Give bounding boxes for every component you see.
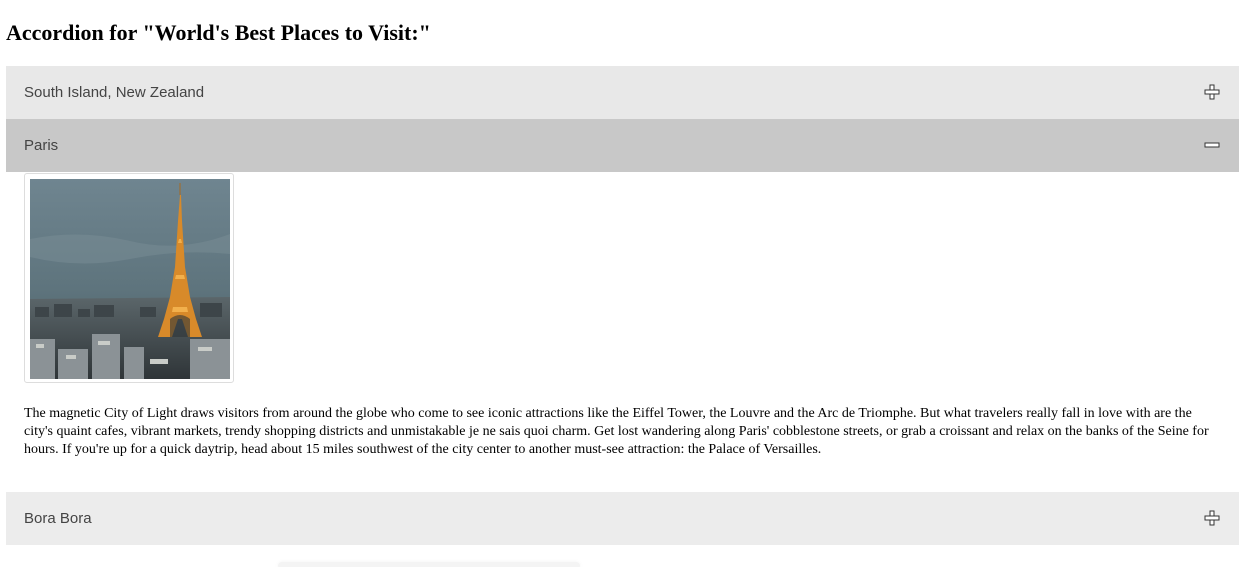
scroll-shadow [278, 562, 580, 567]
paris-description: The magnetic City of Light draws visitor… [24, 406, 1209, 457]
plus-icon[interactable] [1204, 84, 1220, 100]
accordion-header-south-island[interactable]: South Island, New Zealand [6, 66, 1239, 119]
paris-photo [24, 173, 234, 383]
minus-icon[interactable] [1204, 137, 1220, 153]
accordion-header-label: South Island, New Zealand [24, 84, 205, 101]
accordion: South Island, New Zealand Paris The magn… [6, 66, 1239, 545]
accordion-header-label: Bora Bora [24, 510, 92, 527]
page-title: Accordion for "World's Best Places to Vi… [6, 20, 431, 45]
accordion-header-label: Paris [24, 137, 59, 154]
plus-icon[interactable] [1204, 510, 1220, 526]
accordion-header-paris[interactable]: Paris [6, 119, 1239, 172]
accordion-header-bora-bora[interactable]: Bora Bora [6, 492, 1239, 545]
eiffel-tower-image [30, 179, 230, 379]
accordion-panel-paris: The magnetic City of Light draws visitor… [6, 172, 1239, 492]
